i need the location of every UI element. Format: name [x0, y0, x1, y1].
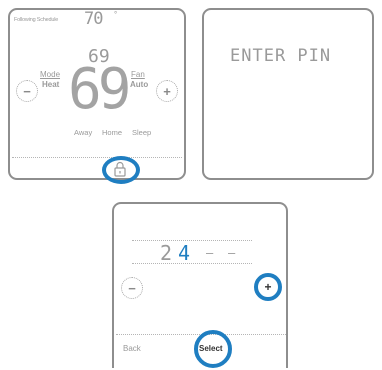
pin-digit-1: 2 [160, 241, 173, 265]
fan-label: Fan [131, 70, 145, 79]
mode-label: Mode [40, 70, 61, 79]
divider [12, 157, 182, 158]
minus-icon: − [23, 83, 31, 99]
plus-icon: + [163, 83, 171, 99]
decrement-button[interactable]: − [121, 277, 143, 299]
lock-button[interactable] [113, 161, 127, 177]
current-temperature: 69 [68, 57, 131, 122]
option-away[interactable]: Away [74, 128, 92, 137]
lock-icon [114, 161, 126, 177]
pin-digit-4: – [228, 246, 236, 260]
enter-pin-prompt: ENTER PIN [230, 46, 332, 66]
pin-entry-screen: 2 4 – – − + Back Select [112, 202, 288, 368]
minus-icon: − [128, 280, 136, 296]
back-button[interactable]: Back [123, 344, 141, 353]
option-home[interactable]: Home [102, 128, 122, 137]
increment-button[interactable]: + [258, 277, 278, 297]
pin-digit-3: – [206, 246, 214, 260]
outdoor-temperature: 70 [84, 9, 104, 29]
temperature-up-button[interactable]: + [156, 80, 178, 102]
mode-value[interactable]: Heat [42, 80, 59, 89]
fan-value[interactable]: Auto [130, 80, 148, 89]
select-button[interactable]: Select [199, 344, 223, 353]
plus-icon: + [264, 280, 272, 294]
thermostat-home-screen: Following Schedule 70 ° 69 Mode Heat 69 … [8, 8, 186, 184]
pin-digit-2: 4 [178, 241, 191, 265]
option-sleep[interactable]: Sleep [132, 128, 151, 137]
schedule-status: Following Schedule [14, 17, 59, 23]
enter-pin-screen: ENTER PIN [202, 8, 374, 180]
pin-bottom-divider [132, 263, 252, 264]
outdoor-temperature-unit: ° [114, 10, 118, 19]
temperature-down-button[interactable]: − [16, 80, 38, 102]
